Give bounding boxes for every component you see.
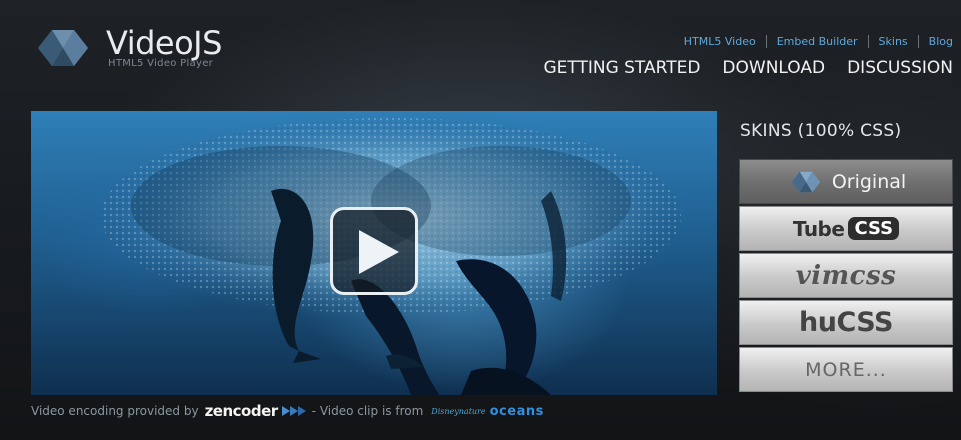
link-skins[interactable]: Skins xyxy=(879,35,908,48)
logo-subtitle: HTML5 Video Player xyxy=(108,58,214,69)
nav-getting-started[interactable]: GETTING STARTED xyxy=(543,58,700,78)
credits-prefix: Video encoding provided by xyxy=(31,404,199,418)
videojs-logo-icon xyxy=(791,171,821,192)
skin-hucss-button[interactable]: huCSS xyxy=(739,300,953,345)
play-button[interactable] xyxy=(330,207,418,295)
skin-original-label: Original xyxy=(831,170,907,193)
skin-vimcss-button[interactable]: vimcss xyxy=(739,253,953,298)
vimcss-logo: vimcss xyxy=(795,260,897,291)
credits-middle: - Video clip is from xyxy=(311,404,424,418)
link-blog[interactable]: Blog xyxy=(929,35,953,48)
more-label: MORE... xyxy=(805,358,887,381)
tube-label: Tube xyxy=(792,216,845,241)
skin-more-button[interactable]: MORE... xyxy=(739,347,953,392)
page: VideoJS HTML5 Video Player HTML5 Video E… xyxy=(0,0,961,440)
css-pill: CSS xyxy=(848,217,900,240)
link-embed-builder[interactable]: Embed Builder xyxy=(777,35,858,48)
zencoder-logo[interactable]: zencoder xyxy=(205,402,279,420)
skin-tubecss-button[interactable]: Tube CSS xyxy=(739,206,953,251)
video-credits: Video encoding provided by zencoder - Vi… xyxy=(31,402,544,420)
skins-list: Original Tube CSS vimcss huCSS MORE... xyxy=(739,159,953,394)
nav-discussion[interactable]: DISCUSSION xyxy=(847,58,953,78)
divider xyxy=(917,34,919,48)
tubecss-logo: Tube CSS xyxy=(792,216,900,241)
logo[interactable]: VideoJS HTML5 Video Player xyxy=(28,24,288,74)
oceans-logo[interactable]: oceans xyxy=(490,404,544,419)
zencoder-arrows-icon xyxy=(281,406,306,416)
link-html5-video[interactable]: HTML5 Video xyxy=(684,35,756,48)
divider xyxy=(765,34,767,48)
main-nav: GETTING STARTED DOWNLOAD DISCUSSION xyxy=(543,58,953,78)
nav-download[interactable]: DOWNLOAD xyxy=(722,58,825,78)
logo-title: VideoJS xyxy=(106,24,222,62)
video-player[interactable] xyxy=(31,111,717,395)
skins-heading: SKINS (100% CSS) xyxy=(740,121,902,141)
hucss-logo: huCSS xyxy=(799,307,893,338)
skin-original-button[interactable]: Original xyxy=(739,159,953,204)
top-links: HTML5 Video Embed Builder Skins Blog xyxy=(684,33,953,49)
divider xyxy=(867,34,869,48)
disneynature-logo: Disneynature xyxy=(431,406,486,416)
videojs-logo-icon xyxy=(38,30,88,66)
play-icon xyxy=(359,230,399,274)
